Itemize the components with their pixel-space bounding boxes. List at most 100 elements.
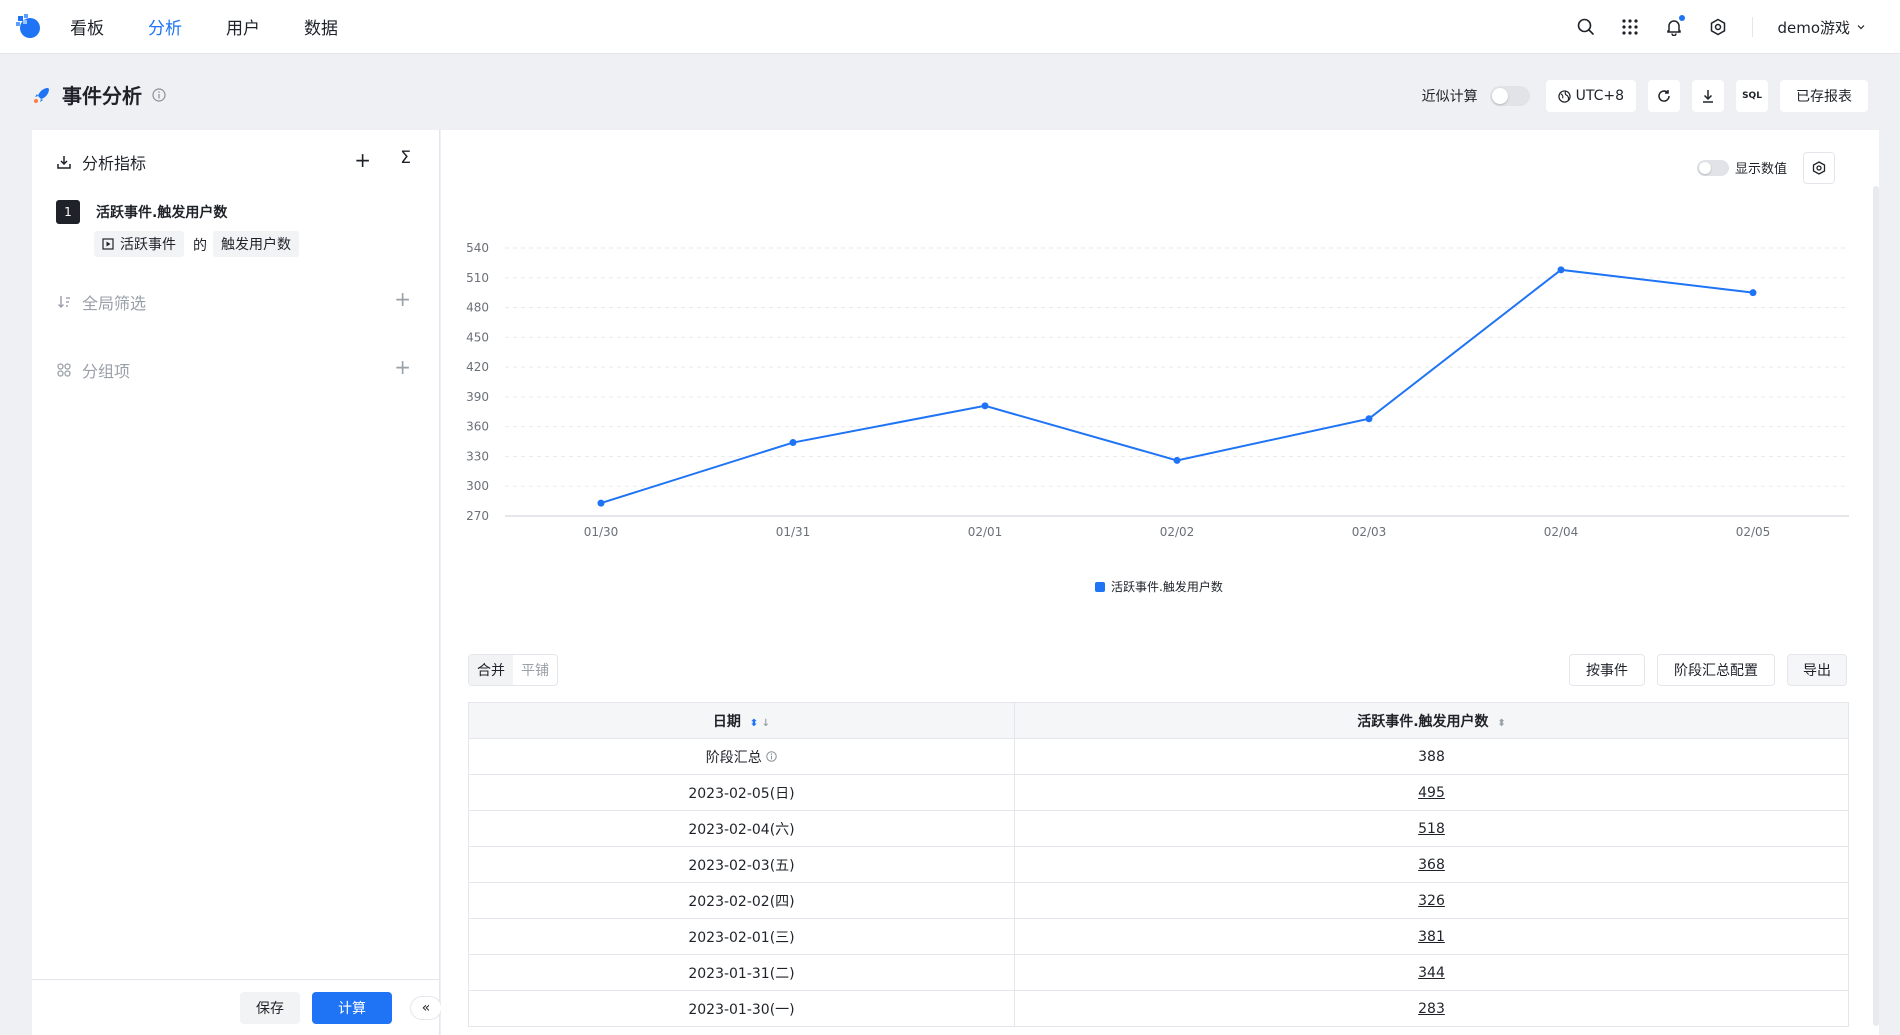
notification-dot [1679, 15, 1686, 21]
user-menu[interactable]: demo游戏 [1777, 17, 1866, 38]
y-tick-label: 510 [466, 271, 489, 285]
add-metric-plus-icon[interactable]: + [354, 148, 371, 172]
metrics-title: 分析指标 [82, 154, 147, 173]
value-cell[interactable]: 381 [1014, 918, 1849, 955]
refresh-button[interactable] [1648, 80, 1680, 112]
group-icon [57, 363, 71, 377]
collapse-panel-button[interactable]: « [410, 996, 442, 1020]
download-button[interactable] [1692, 80, 1724, 112]
global-filter-title: 全局筛选 [82, 294, 147, 313]
info-icon[interactable] [766, 750, 777, 762]
y-tick-label: 330 [466, 449, 489, 463]
stage-summary-config-button[interactable]: 阶段汇总配置 [1657, 654, 1775, 686]
bell-icon[interactable] [1664, 15, 1686, 37]
export-button[interactable]: 导出 [1787, 654, 1847, 686]
date-cell: 2023-02-01(三) [468, 918, 1015, 955]
by-event-button[interactable]: 按事件 [1569, 654, 1645, 686]
nav-tab-analysis[interactable]: 分析 [148, 14, 182, 39]
value-link[interactable]: 283 [1418, 1001, 1445, 1017]
col-date-label: 日期 [712, 713, 741, 730]
sql-button[interactable]: SQL [1736, 80, 1768, 112]
divider [1752, 17, 1754, 37]
date-cell: 2023-02-05(日) [468, 774, 1015, 811]
value-cell[interactable]: 495 [1014, 774, 1849, 811]
col-date-header[interactable]: 日期 ⬍ ↓ [468, 702, 1015, 739]
seg-merge[interactable]: 合并 [469, 655, 513, 685]
y-tick-label: 540 [466, 241, 489, 255]
sort-icon[interactable]: ⬍ ↓ [750, 718, 770, 729]
value-cell[interactable]: 518 [1014, 810, 1849, 847]
event-selector[interactable]: 活跃事件 [94, 231, 184, 257]
saved-reports-label: 已存报表 [1796, 89, 1852, 105]
x-tick-label: 02/05 [1736, 525, 1771, 539]
connector-text: 的 [193, 238, 207, 254]
chart-settings-button[interactable] [1803, 152, 1835, 184]
value-cell[interactable]: 326 [1014, 882, 1849, 919]
measure-selector[interactable]: 触发用户数 [213, 231, 299, 257]
save-button[interactable]: 保存 [240, 992, 300, 1024]
data-point [597, 499, 605, 507]
globe-icon [1557, 89, 1571, 103]
metrics-icon [57, 156, 71, 169]
y-tick-label: 270 [466, 509, 489, 523]
data-point [1365, 415, 1373, 423]
col-metric-label: 活跃事件.触发用户数 [1357, 713, 1489, 730]
value-link[interactable]: 518 [1418, 821, 1445, 837]
metric-name[interactable]: 活跃事件.触发用户数 [96, 202, 227, 222]
approx-calc-toggle[interactable] [1489, 86, 1530, 106]
x-tick-label: 01/30 [584, 525, 619, 539]
y-tick-label: 360 [466, 420, 489, 434]
show-values-label: 显示数值 [1734, 162, 1787, 177]
date-cell: 2023-02-04(六) [468, 810, 1015, 847]
vertical-scrollbar[interactable] [1873, 186, 1879, 1026]
rocket-icon [34, 87, 49, 103]
show-values-toggle[interactable] [1696, 159, 1729, 176]
event-tag-label: 活跃事件 [120, 237, 176, 253]
formula-sigma-icon[interactable]: Σ [400, 148, 411, 168]
date-cell: 2023-01-31(二) [468, 954, 1015, 991]
add-group-plus-icon[interactable]: + [394, 355, 411, 379]
value-cell[interactable]: 344 [1014, 954, 1849, 991]
nav-tab-users[interactable]: 用户 [226, 14, 260, 39]
value-link[interactable]: 368 [1418, 857, 1445, 873]
global-filter-section-header: 全局筛选 [56, 290, 146, 314]
value-link[interactable]: 326 [1418, 893, 1445, 909]
user-name: demo游戏 [1777, 18, 1850, 37]
data-point [789, 439, 797, 447]
table-row: 2023-02-04(六) 518 [468, 810, 1849, 847]
series-line [600, 268, 1754, 505]
table-row: 2023-02-03(五) 368 [468, 846, 1849, 883]
col-metric-header[interactable]: 活跃事件.触发用户数 ⬍ [1014, 702, 1849, 739]
timezone-button[interactable]: UTC+8 [1545, 80, 1636, 112]
search-icon[interactable] [1576, 17, 1596, 37]
value-link[interactable]: 495 [1418, 785, 1445, 801]
result-panel: 显示数值 270 300 330 360 390 420 450 480 510 540 01/30… [441, 130, 1879, 1035]
timezone-label: UTC+8 [1575, 88, 1624, 104]
nav-tab-dashboard[interactable]: 看板 [70, 14, 104, 39]
add-filter-plus-icon[interactable]: + [394, 287, 411, 311]
metrics-section-header: 分析指标 [56, 150, 146, 174]
apps-grid-icon[interactable] [1620, 17, 1640, 37]
value-link[interactable]: 344 [1418, 965, 1445, 981]
seg-tile[interactable]: 平铺 [513, 655, 557, 685]
x-tick-label: 02/01 [968, 525, 1003, 539]
settings-gear-icon[interactable] [1708, 17, 1728, 37]
value-cell[interactable]: 283 [1014, 990, 1849, 1027]
nav-tab-data[interactable]: 数据 [304, 14, 338, 39]
info-icon[interactable] [152, 87, 166, 102]
line-chart: 270 300 330 360 390 420 450 480 510 540 01/30 01/31… [466, 241, 1849, 539]
table-row: 2023-01-31(二) 344 [468, 954, 1849, 991]
calculate-button[interactable]: 计算 [312, 992, 392, 1024]
table-row: 2023-02-02(四) 326 [468, 882, 1849, 919]
chart-legend[interactable]: 活跃事件.触发用户数 [1095, 578, 1223, 595]
page-header: 事件分析 [32, 80, 166, 109]
value-link[interactable]: 381 [1418, 929, 1445, 945]
y-tick-label: 390 [466, 390, 489, 404]
y-tick-label: 300 [466, 479, 489, 493]
sort-icon[interactable]: ⬍ [1497, 718, 1505, 729]
value-cell[interactable]: 368 [1014, 846, 1849, 883]
saved-reports-button[interactable]: 已存报表 [1780, 80, 1868, 112]
x-tick-label: 01/31 [776, 525, 811, 539]
logo-icon[interactable] [14, 12, 44, 42]
data-point [1557, 266, 1565, 274]
